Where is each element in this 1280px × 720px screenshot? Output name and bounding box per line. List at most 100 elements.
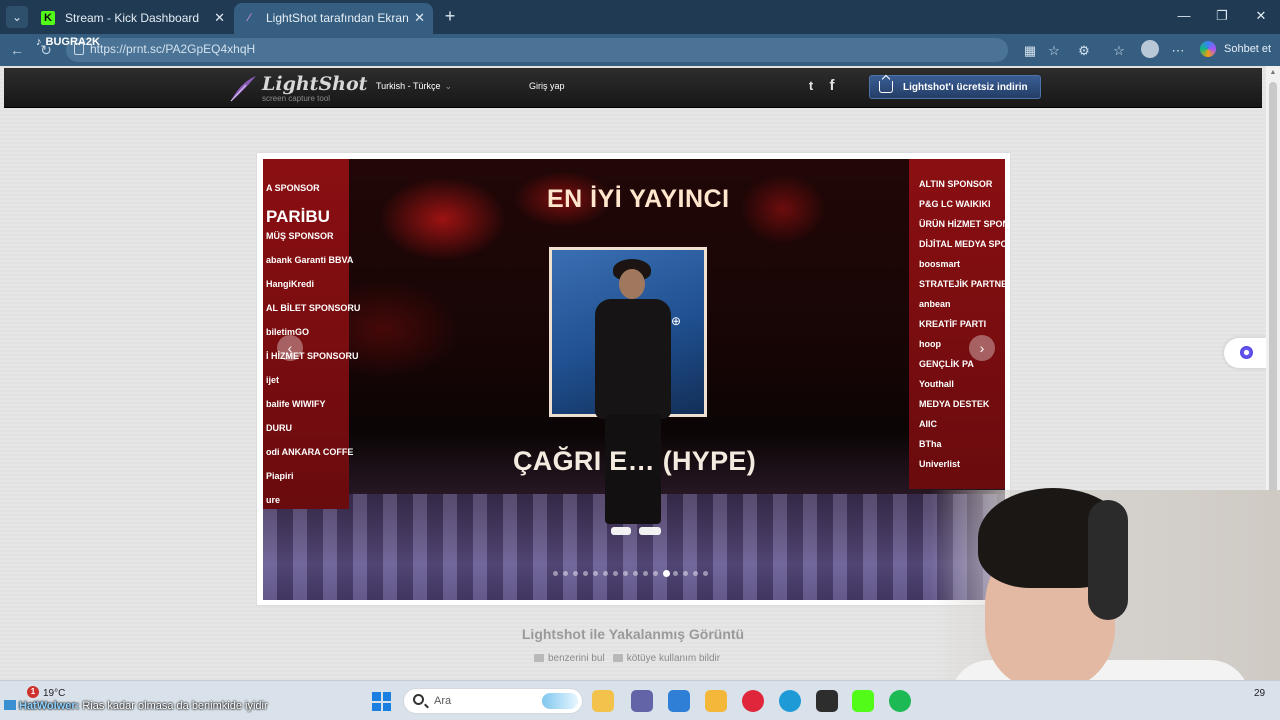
sponsor-text: Piapiri [266, 471, 294, 481]
weather-alert-badge: 1 [27, 686, 39, 698]
carousel-dot[interactable] [653, 571, 658, 576]
favorites-icon[interactable]: ☆ [1111, 43, 1127, 59]
carousel-dot[interactable] [563, 571, 568, 576]
weather-temperature[interactable]: 19°C [43, 688, 65, 699]
copilot-chat-label[interactable]: Sohbet et [1224, 43, 1271, 55]
kick-app-icon[interactable] [852, 690, 874, 712]
maximize-button[interactable]: ❐ [1210, 8, 1234, 24]
opera-icon[interactable] [742, 690, 764, 712]
left-sponsor-panel: A SPONSOR PARİBU MÜŞ SPONSOR abank Garanti … [263, 159, 360, 509]
carousel-dot[interactable] [613, 571, 618, 576]
report-abuse-link[interactable]: kötüye kullanım bildir [627, 653, 720, 664]
captured-screenshot[interactable]: A SPONSOR PARİBU MÜŞ SPONSOR abank Garanti … [263, 159, 1005, 600]
sponsor-text: PARİBU [266, 207, 330, 226]
windows-start-icon[interactable] [372, 692, 391, 711]
sponsor-text: KREATİF PARTI [919, 319, 987, 329]
download-lightshot-button[interactable]: Lightshot'ı ücretsiz indirin [869, 75, 1041, 99]
chat-message: Rias kadar olmasa da benimkide iyidir [82, 700, 268, 712]
obs-icon[interactable] [816, 690, 838, 712]
lightshot-logo[interactable]: LightShot [262, 73, 367, 95]
carousel-dot[interactable] [573, 571, 578, 576]
find-similar-link[interactable]: benzerini bul [548, 653, 605, 664]
screenshot-actions: benzerini bul kötüye kullanım bildir [534, 653, 720, 664]
carousel-dot[interactable] [683, 571, 688, 576]
lightshot-logo-subtitle: screen capture tool [262, 94, 331, 103]
sponsor-text: GENÇLİK PA [919, 359, 974, 369]
sponsor-text: ijet [266, 375, 280, 385]
download-icon [879, 81, 893, 93]
carousel-dot[interactable] [583, 571, 588, 576]
twitter-icon[interactable]: t [803, 78, 819, 94]
sponsor-text: boosmart [919, 259, 961, 269]
sponsor-text: MEDYA DESTEK [919, 399, 990, 409]
carousel-prev-button[interactable]: ‹ [277, 335, 303, 361]
facebook-icon[interactable]: f [826, 77, 838, 95]
more-icon[interactable]: ⋯ [1170, 43, 1186, 59]
window-close-button[interactable]: ✕ [1249, 8, 1273, 24]
carousel-next-button[interactable]: › [969, 335, 995, 361]
sponsor-text: MÜŞ SPONSOR [266, 231, 334, 241]
tab-title: LightShot tarafından Ekran Görünt [266, 11, 412, 25]
close-icon[interactable]: ✕ [414, 3, 425, 33]
taskbar-search[interactable]: Ara [403, 688, 583, 714]
tiktok-icon: ♪ [36, 36, 42, 48]
browser-tab-strip: ⌄ K Stream - Kick Dashboard ✕ ⁄ LightSho… [0, 0, 1280, 34]
cursor-icon: ⊕ [671, 314, 682, 328]
back-button[interactable]: ← [7, 41, 27, 59]
spotify-icon[interactable] [889, 690, 911, 712]
teams-icon[interactable] [631, 690, 653, 712]
sponsor-text: AIIC [919, 419, 937, 429]
profile-avatar[interactable] [1141, 40, 1159, 58]
chat-user-icon [4, 700, 16, 710]
sponsor-text: STRATEJİK PARTNE [919, 279, 1005, 289]
headset-icon [1088, 500, 1128, 620]
lightshot-favicon-icon: ⁄ [248, 12, 250, 24]
carousel-dot[interactable] [553, 571, 558, 576]
address-bar[interactable]: https://prnt.sc/PA2GpEQ4xhqH [66, 38, 1008, 62]
carousel-dot[interactable] [603, 571, 608, 576]
edge-icon[interactable] [779, 690, 801, 712]
apps-icon[interactable]: ▦ [1022, 43, 1038, 59]
side-floating-widget[interactable] [1224, 338, 1266, 368]
tab-kick-dashboard[interactable]: K Stream - Kick Dashboard ✕ [33, 3, 233, 34]
stream-chat-overlay: HatWolwer: Rias kadar olmasa da benimkid… [4, 700, 268, 712]
sponsor-text: Univerlist [919, 459, 961, 469]
store-icon[interactable] [668, 690, 690, 712]
carousel-dot[interactable] [593, 571, 598, 576]
tab-lightshot[interactable]: ⁄ LightShot tarafından Ekran Görünt ✕ [234, 3, 433, 34]
carousel-dot[interactable] [703, 571, 708, 576]
screenshot-frame: A SPONSOR PARİBU MÜŞ SPONSOR abank Garanti … [256, 152, 1011, 606]
tab-actions-menu-button[interactable]: ⌄ [6, 6, 28, 28]
carousel-dot[interactable] [673, 571, 678, 576]
assistant-icon [1240, 346, 1253, 359]
carousel-dot[interactable] [693, 571, 698, 576]
sponsor-text: DİJİTAL MEDYA SPONSO [919, 239, 1005, 249]
sponsor-text: hoop [919, 339, 941, 349]
performer-head [619, 269, 645, 299]
right-sponsor-panel: ALTIN SPONSOR P&G LC WAIKIKI ÜRÜN HİZMET S… [909, 159, 1005, 489]
close-icon[interactable]: ✕ [214, 3, 225, 33]
search-highlight-art [542, 693, 578, 709]
minimize-button[interactable]: — [1172, 8, 1196, 23]
copilot-icon[interactable] [1200, 41, 1216, 57]
file-explorer-icon[interactable] [592, 690, 614, 712]
stream-handle: BUGRA2K [45, 36, 100, 48]
scroll-up-arrow-icon[interactable]: ▲ [1268, 69, 1278, 79]
clock-fragment: 29 [1254, 688, 1266, 699]
favorite-star-icon[interactable]: ☆ [1046, 43, 1062, 59]
winner-name-caption: ÇAĞRI E… (HYPE) [513, 446, 757, 476]
carousel-dot[interactable] [663, 570, 670, 577]
language-select[interactable]: Turkish - Türkçe ⌄ [376, 81, 452, 92]
carousel-dot[interactable] [643, 571, 648, 576]
performer-shoe [611, 527, 631, 535]
carousel-dot[interactable] [633, 571, 638, 576]
address-bar-row: ← ↻ https://prnt.sc/PA2GpEQ4xhqH ▦ ☆ ⚙ ☆… [0, 34, 1280, 66]
login-link[interactable]: Giriş yap [529, 81, 565, 91]
folder-icon[interactable] [705, 690, 727, 712]
language-value: Turkish - Türkçe [376, 81, 441, 91]
sponsor-text: P&G LC WAIKIKI [919, 199, 991, 209]
extensions-icon[interactable]: ⚙ [1076, 43, 1092, 59]
carousel-dot[interactable] [623, 571, 628, 576]
lightshot-feather-icon [230, 76, 256, 102]
new-tab-button[interactable]: + [440, 6, 460, 26]
